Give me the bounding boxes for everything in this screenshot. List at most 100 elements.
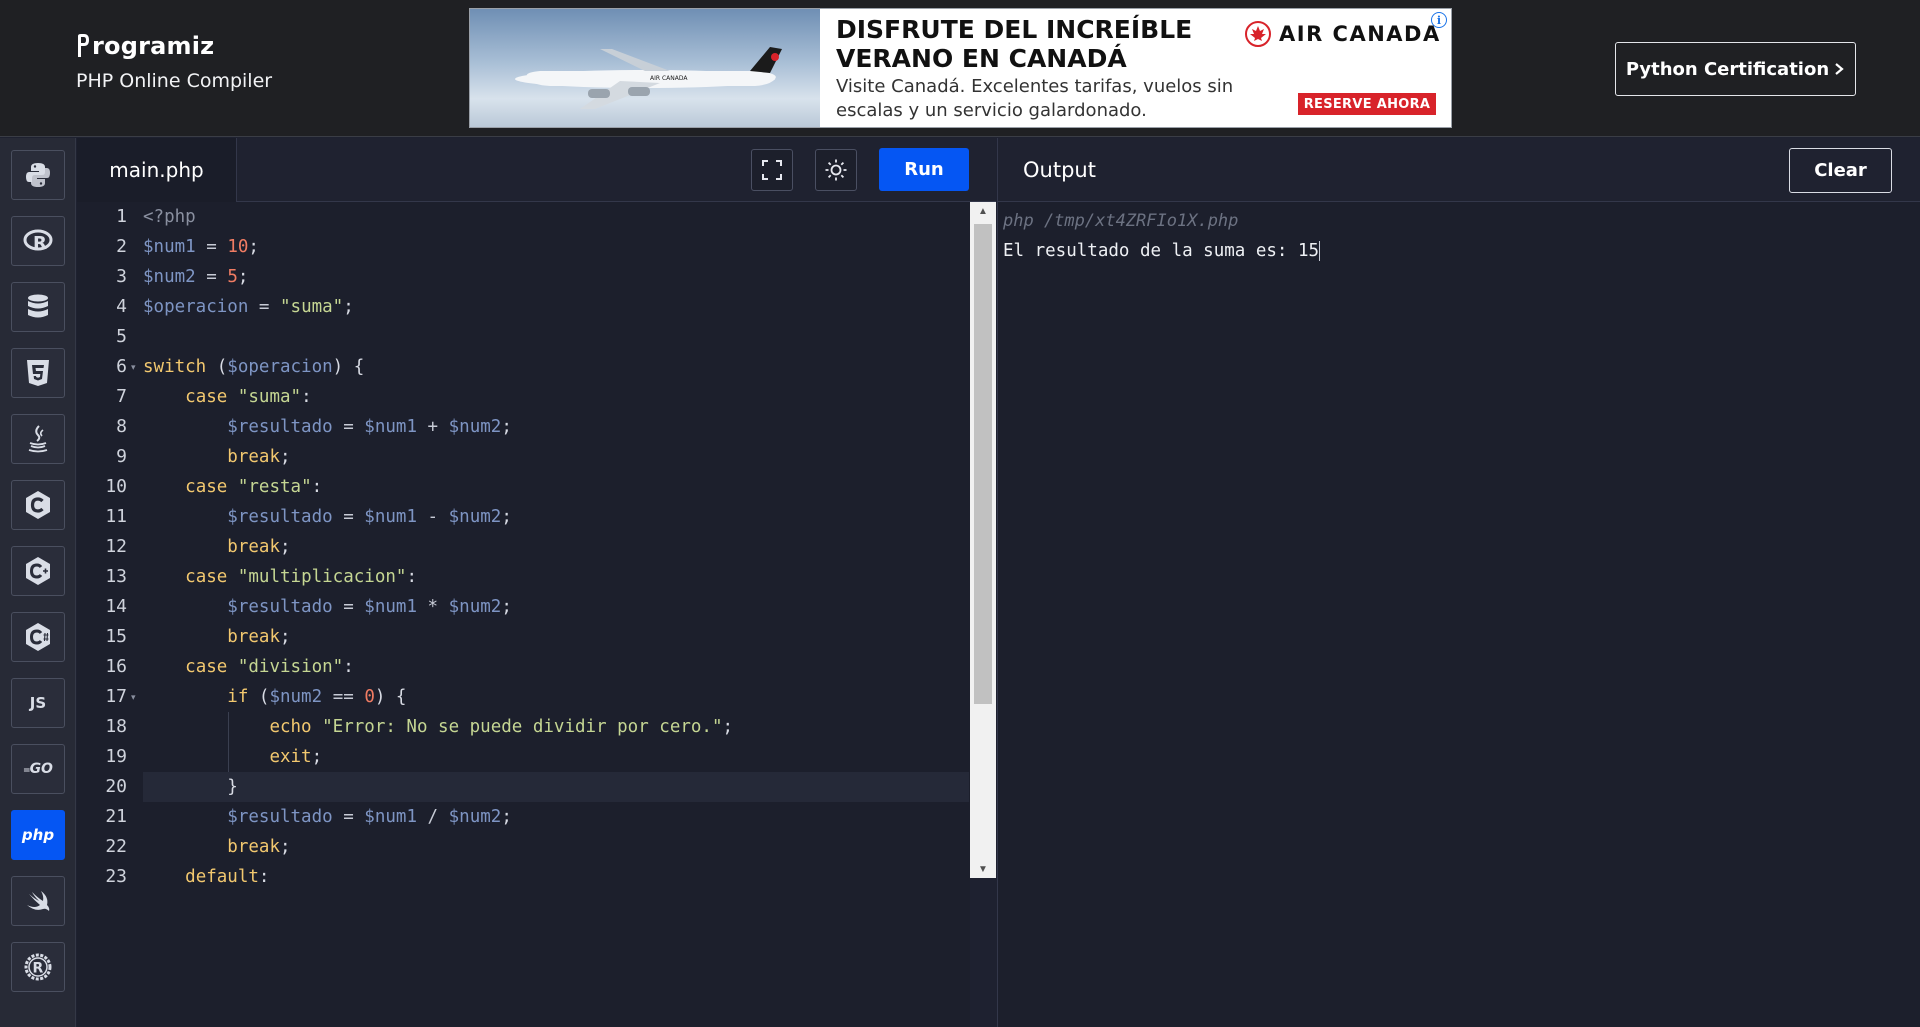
indent-guide xyxy=(227,712,229,772)
code-line[interactable]: <?php xyxy=(143,202,969,232)
php-label: php xyxy=(21,826,55,844)
run-button[interactable]: Run xyxy=(879,148,969,191)
line-number: 17 xyxy=(105,686,127,707)
svg-text:R: R xyxy=(33,233,47,254)
code-line[interactable]: $num2 = 5; xyxy=(143,262,969,292)
ad-brand-text: AIR CANADA xyxy=(1279,22,1441,46)
line-number: 14 xyxy=(105,596,127,617)
code-editor[interactable]: 1 2 3 4 5 6 ▾ 7 8 9 10 11 12 13 14 15 16 17 ▾ 18 19 20 21 22 23 … xyxy=(77,202,970,1027)
code-line[interactable]: break; xyxy=(143,832,969,862)
code-line[interactable]: $resultado = $num1 + $num2; xyxy=(143,412,969,442)
line-number: 19 xyxy=(105,746,127,767)
line-number: 21 xyxy=(105,806,127,827)
line-number: 12 xyxy=(105,536,127,557)
sun-icon xyxy=(825,159,847,181)
line-number: 3 xyxy=(116,266,127,287)
text-cursor xyxy=(1319,241,1321,261)
clear-button[interactable]: Clear xyxy=(1789,148,1892,193)
ad-cta-button[interactable]: RESERVE AHORA xyxy=(1298,93,1436,115)
code-line[interactable]: $resultado = $num1 * $num2; xyxy=(143,592,969,622)
logo-text: rogramiz xyxy=(92,32,215,60)
code-line[interactable]: break; xyxy=(143,622,969,652)
line-number: 4 xyxy=(116,296,127,317)
code-line[interactable]: echo "Error: No se puede dividir por cer… xyxy=(143,712,969,742)
line-number: 7 xyxy=(116,386,127,407)
code-line[interactable]: case "division": xyxy=(143,652,969,682)
code-line[interactable]: switch ($operacion) { xyxy=(143,352,969,382)
scroll-up-arrow-icon[interactable]: ▲ xyxy=(970,202,996,220)
sidebar-item-swift[interactable] xyxy=(11,876,65,926)
code-line[interactable]: case "multiplicacion": xyxy=(143,562,969,592)
brand[interactable]: rogramiz PHP Online Compiler xyxy=(76,32,272,92)
sidebar-item-csharp[interactable] xyxy=(11,612,65,662)
line-number: 6 xyxy=(116,356,127,377)
line-number-gutter: 1 2 3 4 5 6 ▾ 7 8 9 10 11 12 13 14 15 16 17 ▾ 18 19 20 21 22 23 xyxy=(77,202,143,1027)
sidebar-item-php[interactable]: php xyxy=(11,810,65,860)
fold-arrow-icon[interactable]: ▾ xyxy=(131,682,136,712)
output-console[interactable]: php /tmp/xt4ZRFIo1X.php El resultado de … xyxy=(997,202,1920,1027)
code-line[interactable]: $resultado = $num1 / $num2; xyxy=(143,802,969,832)
code-line[interactable]: $num1 = 10; xyxy=(143,232,969,262)
code-line[interactable]: exit; xyxy=(143,742,969,772)
sidebar-item-cpp[interactable] xyxy=(11,546,65,596)
sidebar-item-python[interactable] xyxy=(11,150,65,200)
code-line[interactable]: default: xyxy=(143,862,969,892)
code-line[interactable]: } xyxy=(143,772,969,802)
programiz-logo[interactable]: rogramiz xyxy=(76,32,272,60)
python-icon xyxy=(26,163,50,187)
tab-main-php[interactable]: main.php xyxy=(77,138,237,202)
sidebar-item-c[interactable] xyxy=(11,480,65,530)
fold-arrow-icon[interactable]: ▾ xyxy=(131,352,136,382)
sidebar-item-js[interactable]: JS xyxy=(11,678,65,728)
scroll-down-arrow-icon[interactable]: ▼ xyxy=(970,860,996,878)
line-number: 16 xyxy=(105,656,127,677)
cpp-icon xyxy=(26,557,50,585)
python-certification-button[interactable]: Python Certification xyxy=(1615,42,1856,96)
swift-icon xyxy=(27,891,50,911)
scrollbar-thumb[interactable] xyxy=(974,224,992,704)
line-number: 1 xyxy=(116,206,127,227)
sidebar-item-rust[interactable]: R xyxy=(11,942,65,992)
sidebar-item-java[interactable] xyxy=(11,414,65,464)
ad-headline: DISFRUTE DEL INCREÍBLE VERANO EN CANADÁ xyxy=(836,15,1193,73)
code-line[interactable]: case "suma": xyxy=(143,382,969,412)
svg-text:R: R xyxy=(33,961,44,977)
line-number: 9 xyxy=(116,446,127,467)
output-command: php /tmp/xt4ZRFIo1X.php xyxy=(1003,211,1239,231)
java-icon xyxy=(28,425,48,453)
line-number: 22 xyxy=(105,836,127,857)
editor-scrollbar[interactable]: ▲ ▼ xyxy=(970,202,996,878)
code-line[interactable]: $operacion = "suma"; xyxy=(143,292,969,322)
code-line[interactable]: break; xyxy=(143,442,969,472)
code-line[interactable]: case "resta": xyxy=(143,472,969,502)
line-number: 10 xyxy=(105,476,127,497)
code-line[interactable]: if ($num2 == 0) { xyxy=(143,682,969,712)
code-line[interactable]: $resultado = $num1 - $num2; xyxy=(143,502,969,532)
sidebar-item-sql[interactable] xyxy=(11,282,65,332)
ad-airplane-image: AIR CANADA xyxy=(470,9,820,127)
code-line[interactable] xyxy=(143,322,969,352)
output-result: El resultado de la suma es: 15 xyxy=(1003,236,1321,266)
sidebar-item-go[interactable]: =GO xyxy=(11,744,65,794)
html5-icon xyxy=(27,360,49,386)
ad-info-icon[interactable]: i xyxy=(1431,12,1447,28)
programiz-logo-icon xyxy=(78,34,89,57)
air-canada-logo: AIR CANADA xyxy=(1245,21,1441,47)
fullscreen-button[interactable] xyxy=(751,149,793,191)
sidebar-item-r[interactable]: R xyxy=(11,216,65,266)
sidebar-item-html[interactable] xyxy=(11,348,65,398)
page-title: PHP Online Compiler xyxy=(76,70,273,92)
go-label-text: GO xyxy=(29,761,53,777)
theme-toggle-button[interactable] xyxy=(815,149,857,191)
line-number: 18 xyxy=(105,716,127,737)
rust-icon: R xyxy=(24,953,52,981)
plane-livery-text: AIR CANADA xyxy=(650,75,688,82)
language-sidebar: R JS =GO php R xyxy=(0,138,76,1027)
output-result-text: El resultado de la suma es: 15 xyxy=(1003,241,1320,261)
airplane-illustration: AIR CANADA xyxy=(515,47,782,109)
code-line[interactable]: break; xyxy=(143,532,969,562)
advertisement-banner[interactable]: AIR CANADA DISFRUTE DEL INCREÍBLE VERANO… xyxy=(469,8,1452,128)
r-icon: R xyxy=(23,229,53,254)
ad-body: Visite Canadá. Excelentes tarifas, vuelo… xyxy=(836,76,1234,121)
line-number: 23 xyxy=(105,866,127,887)
